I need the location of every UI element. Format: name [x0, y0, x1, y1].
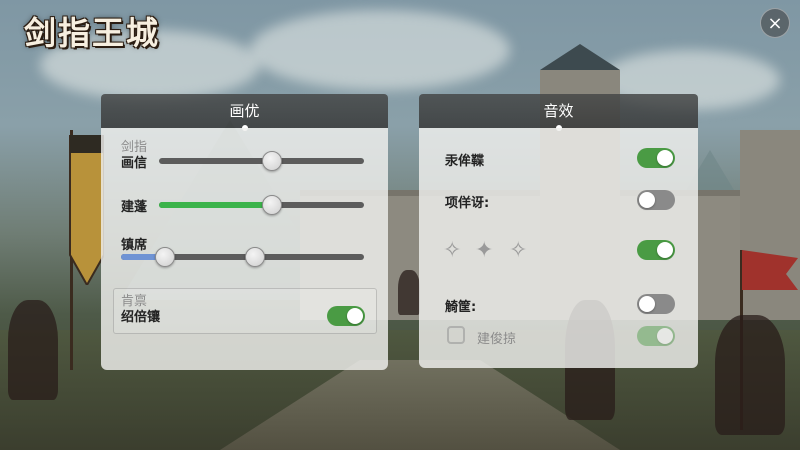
- graphics-panel-title: 画优: [229, 102, 260, 120]
- audio-row-1-label: 汞侔鞢: [445, 154, 485, 169]
- graphics-slider-1[interactable]: [159, 151, 364, 171]
- toggle-thumb: [347, 308, 363, 324]
- audio-panel-header: 音效: [419, 94, 698, 131]
- star-icon: ✦: [475, 238, 494, 263]
- slider-1-label: 画信: [121, 156, 148, 171]
- toggle-thumb: [639, 296, 655, 312]
- audio-panel-title: 音效: [543, 102, 574, 120]
- graphics-toggle[interactable]: [327, 306, 365, 326]
- graphics-slider-3[interactable]: [121, 247, 364, 267]
- close-button[interactable]: ×: [760, 8, 790, 38]
- audio-toggle-5[interactable]: [637, 326, 675, 346]
- graphics-panel-header: 画优: [101, 94, 388, 131]
- star-icon: ✧: [509, 238, 528, 263]
- toggle-thumb: [657, 150, 673, 166]
- audio-panel-body: 汞侔鞢 项佯讶: ✧ ✦ ✧ 觭筐: 建俊掠: [419, 128, 698, 368]
- audio-row-5-label: 建俊掠: [477, 332, 517, 347]
- slider-1-knob[interactable]: [261, 151, 282, 171]
- slider-2-label: 建蓬: [121, 200, 148, 215]
- star-icon: ✧: [443, 238, 462, 263]
- slider-3-low-knob[interactable]: [154, 247, 175, 267]
- slider-1-fill: [159, 158, 272, 164]
- slider-2-fill: [159, 202, 272, 208]
- close-icon: ×: [767, 13, 783, 34]
- toggle-thumb: [657, 328, 673, 344]
- toggle-group-label: 绍倍镶: [121, 310, 161, 325]
- audio-row-2-label: 项佯讶:: [445, 196, 490, 211]
- graphics-panel-body: 剑指 画信 建蓬 镇席 肯禀 绍倍镶: [101, 128, 388, 370]
- puzzle-icon: [447, 326, 465, 344]
- audio-toggle-3[interactable]: [637, 240, 675, 260]
- audio-toggle-1[interactable]: [637, 148, 675, 168]
- toggle-thumb: [639, 192, 655, 208]
- slider-3-label: 镇席: [121, 238, 148, 253]
- game-title: 剑指王城: [24, 14, 161, 52]
- audio-toggle-2[interactable]: [637, 190, 675, 210]
- audio-toggle-4[interactable]: [637, 294, 675, 314]
- graphics-slider-2[interactable]: [159, 195, 364, 215]
- slider-3-knob[interactable]: [244, 247, 265, 267]
- graphics-settings-panel: 画优 剑指 画信 建蓬 镇席 肯禀 绍倍镶: [101, 94, 388, 370]
- audio-settings-panel: 音效 汞侔鞢 项佯讶: ✧ ✦ ✧ 觭筐: 建俊掠: [419, 94, 698, 368]
- slider-2-knob[interactable]: [261, 195, 282, 215]
- toggle-thumb: [657, 242, 673, 258]
- audio-row-4-label: 觭筐:: [445, 300, 477, 315]
